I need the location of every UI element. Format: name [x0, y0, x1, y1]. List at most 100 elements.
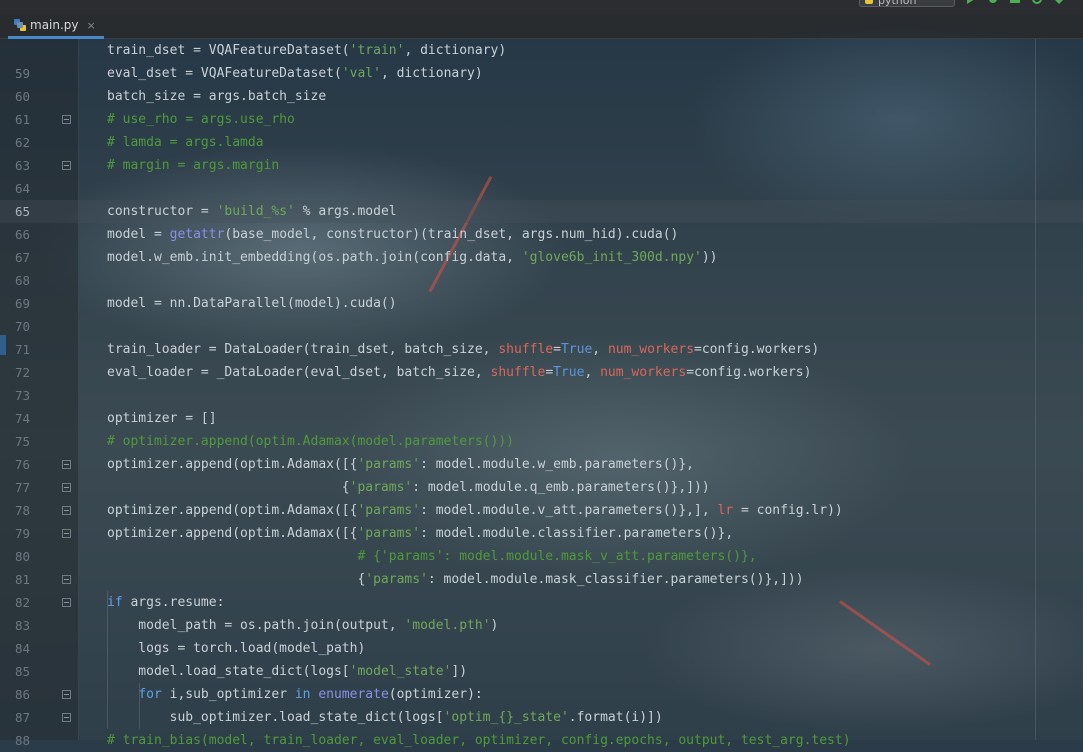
code-token: : model.module.v_att.parameters()},],: [420, 503, 718, 518]
code-text: # {'params': model.module.mask_v_att.par…: [107, 545, 757, 568]
line-number: 85: [14, 664, 30, 679]
code-text: # margin = args.margin: [107, 154, 279, 177]
code-line[interactable]: 80 # {'params': model.module.mask_v_att.…: [0, 545, 1083, 568]
tab-main-py[interactable]: main.py ×: [8, 14, 104, 39]
code-token: 'params': [357, 457, 421, 472]
code-line[interactable]: 75 # optimizer.append(optim.Adamax(model.…: [0, 430, 1083, 453]
code-token: ): [490, 618, 499, 633]
code-line[interactable]: 73: [0, 384, 1083, 407]
code-line[interactable]: 62 # lamda = args.lamda: [0, 131, 1083, 154]
code-token: # margin = args.margin: [107, 158, 280, 173]
code-token: # optimizer.append(optim.Adamax(model.pa…: [107, 434, 514, 449]
code-line[interactable]: 81 {'params': model.module.mask_classifi…: [0, 568, 1083, 591]
fold-marker-icon[interactable]: [62, 529, 71, 538]
code-token: True: [560, 342, 593, 357]
code-line[interactable]: 87 sub_optimizer.load_state_dict(logs['o…: [0, 706, 1083, 729]
code-token: 'train': [349, 43, 405, 58]
code-editor[interactable]: train_dset = VQAFeatureDataset('train' , …: [0, 39, 1083, 748]
code-line[interactable]: 59 eval_dset = VQAFeatureDataset('val', d…: [0, 62, 1083, 85]
indent-guide: [139, 683, 140, 729]
code-text: model.w_emb.init_embedding(os.path.join(…: [107, 246, 718, 269]
close-tab-icon[interactable]: ×: [87, 19, 96, 32]
line-number: 79: [14, 526, 30, 541]
code-token: ,: [584, 365, 601, 380]
code-line[interactable]: 84 logs = torch.load(model_path): [0, 637, 1083, 660]
debug-icon[interactable]: [987, 0, 999, 4]
breakpoint-marker: [0, 335, 6, 355]
line-number: 64: [14, 181, 30, 196]
line-number: 60: [14, 89, 30, 104]
code-line[interactable]: 71 train_loader = DataLoader(train_dset, …: [0, 338, 1083, 361]
line-number: 75: [14, 434, 30, 449]
code-line[interactable]: 61 # use_rho = args.use_rho: [0, 108, 1083, 131]
line-number: 73: [14, 388, 30, 403]
fold-marker-icon[interactable]: [62, 506, 71, 515]
code-line[interactable]: 66 model = getattr(base_model, constructo…: [0, 223, 1083, 246]
build-icon[interactable]: [1053, 0, 1065, 4]
code-token: train_dset = VQAFeatureDataset(: [107, 43, 350, 58]
code-line[interactable]: 88 # train_bias(model, train_loader, eval…: [0, 729, 1083, 752]
code-token: .format(i)]): [568, 710, 663, 725]
code-token: ,: [592, 342, 608, 357]
code-text: logs = torch.load(model_path): [107, 637, 365, 660]
code-token: , dictionary): [380, 66, 483, 81]
indent-guide: [107, 591, 108, 729]
run-configuration-selector[interactable]: python: [859, 0, 955, 7]
fold-marker-icon[interactable]: [62, 483, 71, 492]
fold-marker-icon[interactable]: [62, 575, 71, 584]
code-line[interactable]: 63 # margin = args.margin: [0, 154, 1083, 177]
fold-marker-icon[interactable]: [62, 161, 71, 170]
code-line[interactable]: 64: [0, 177, 1083, 200]
python-file-icon: [14, 19, 26, 31]
code-line[interactable]: 85 model.load_state_dict(logs['model_sta…: [0, 660, 1083, 683]
fold-marker-icon[interactable]: [62, 690, 71, 699]
line-number: 72: [14, 365, 30, 380]
fold-marker-icon[interactable]: [62, 460, 71, 469]
code-token: {: [107, 572, 366, 587]
code-line[interactable]: train_dset = VQAFeatureDataset('train', …: [0, 39, 1083, 62]
coverage-icon[interactable]: [1009, 0, 1021, 4]
code-line[interactable]: 67 model.w_emb.init_embedding(os.path.joi…: [0, 246, 1083, 269]
editor-tab-bar: main.py ×: [0, 14, 1083, 39]
code-text: batch_size = args.batch_size: [107, 85, 326, 108]
code-token: {: [107, 480, 350, 495]
line-number: 63: [14, 158, 30, 173]
code-token: : model.module.w_emb.parameters()},: [420, 457, 695, 472]
code-text: train_loader = DataLoader(train_dset, ba…: [107, 338, 819, 361]
code-token: 'model_state': [349, 664, 452, 679]
fold-marker-icon[interactable]: [62, 598, 71, 607]
line-number: 68: [14, 273, 30, 288]
code-line[interactable]: 74 optimizer = []: [0, 407, 1083, 430]
code-line[interactable]: 70: [0, 315, 1083, 338]
code-line[interactable]: 65 constructor = 'build_%s' % args.model: [0, 200, 1083, 223]
code-token: shuffle: [490, 365, 546, 380]
fold-marker-icon[interactable]: [62, 713, 71, 722]
code-line[interactable]: 72 eval_loader = _DataLoader(eval_dset, b…: [0, 361, 1083, 384]
code-line[interactable]: 78 optimizer.append(optim.Adamax([{'param…: [0, 499, 1083, 522]
code-line[interactable]: 76 optimizer.append(optim.Adamax([{'param…: [0, 453, 1083, 476]
line-number: 78: [14, 503, 30, 518]
line-number: 82: [14, 595, 30, 610]
profile-icon[interactable]: [1031, 0, 1043, 4]
code-token: args.resume:: [122, 595, 225, 610]
code-line[interactable]: 82 if args.resume:: [0, 591, 1083, 614]
code-line[interactable]: 86 for i,sub_optimizer in enumerate(opti…: [0, 683, 1083, 706]
line-number: 80: [14, 549, 30, 564]
code-line[interactable]: 60 batch_size = args.batch_size: [0, 85, 1083, 108]
code-line[interactable]: 77 {'params': model.module.q_emb.paramet…: [0, 476, 1083, 499]
code-line[interactable]: 69 model = nn.DataParallel(model).cuda(): [0, 292, 1083, 315]
code-token: =config.workers): [694, 342, 820, 357]
code-line[interactable]: 79 optimizer.append(optim.Adamax([{'param…: [0, 522, 1083, 545]
code-token: model.load_state_dict(logs[: [107, 664, 350, 679]
code-token: : model.module.q_emb.parameters()},])): [412, 480, 710, 495]
fold-marker-icon[interactable]: [62, 115, 71, 124]
code-line[interactable]: 68: [0, 269, 1083, 292]
code-token: =: [545, 365, 554, 380]
code-token: 'model.pth': [404, 618, 491, 633]
code-token: : model.module.classifier.parameters()},: [420, 526, 734, 541]
run-icon[interactable]: [965, 0, 977, 4]
line-number: 84: [14, 641, 30, 656]
code-token: # {'params': model.module.mask_v_att.par…: [107, 549, 757, 564]
code-line[interactable]: 83 model_path = os.path.join(output, 'mo…: [0, 614, 1083, 637]
